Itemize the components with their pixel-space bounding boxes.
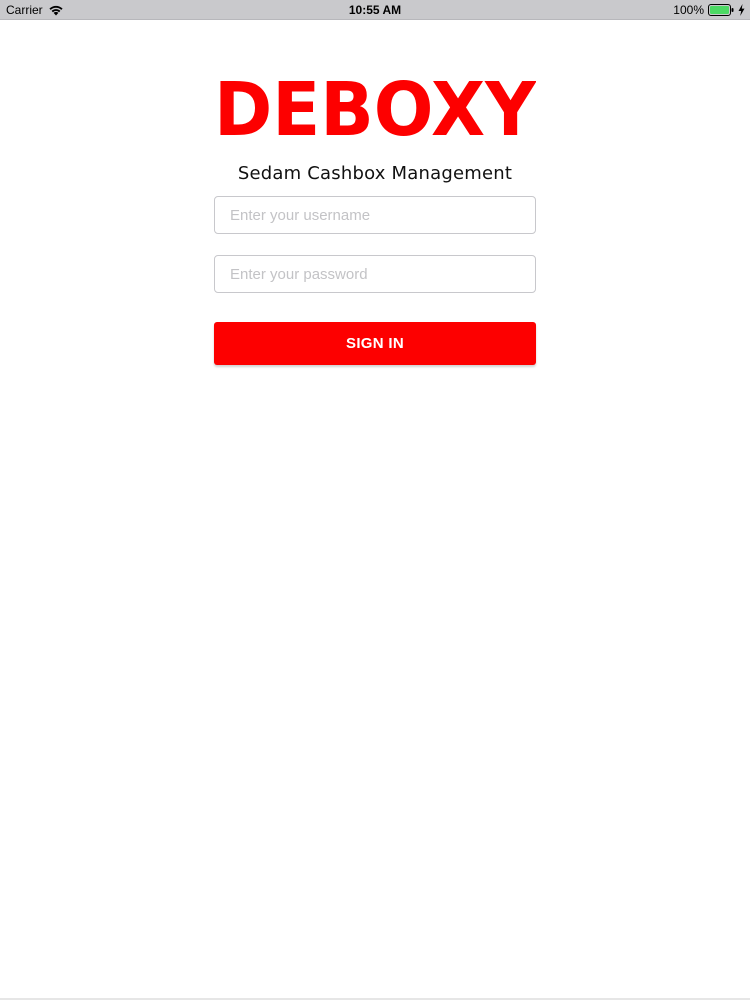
battery-percent: 100% bbox=[673, 3, 704, 17]
status-time: 10:55 AM bbox=[348, 3, 402, 17]
username-input[interactable] bbox=[214, 196, 536, 234]
status-bar: Carrier 10:55 AM 100% bbox=[0, 0, 750, 20]
sign-in-button[interactable]: SIGN IN bbox=[214, 322, 536, 365]
status-right: 100% bbox=[673, 3, 745, 17]
bolt-icon bbox=[738, 4, 745, 16]
battery-icon bbox=[708, 4, 734, 16]
logo-text: DEBOXY bbox=[214, 78, 536, 136]
password-input[interactable] bbox=[214, 255, 536, 293]
deboxy-logo: DEBOXY bbox=[214, 78, 536, 136]
app-subtitle: Sedam Cashbox Management bbox=[237, 163, 513, 184]
